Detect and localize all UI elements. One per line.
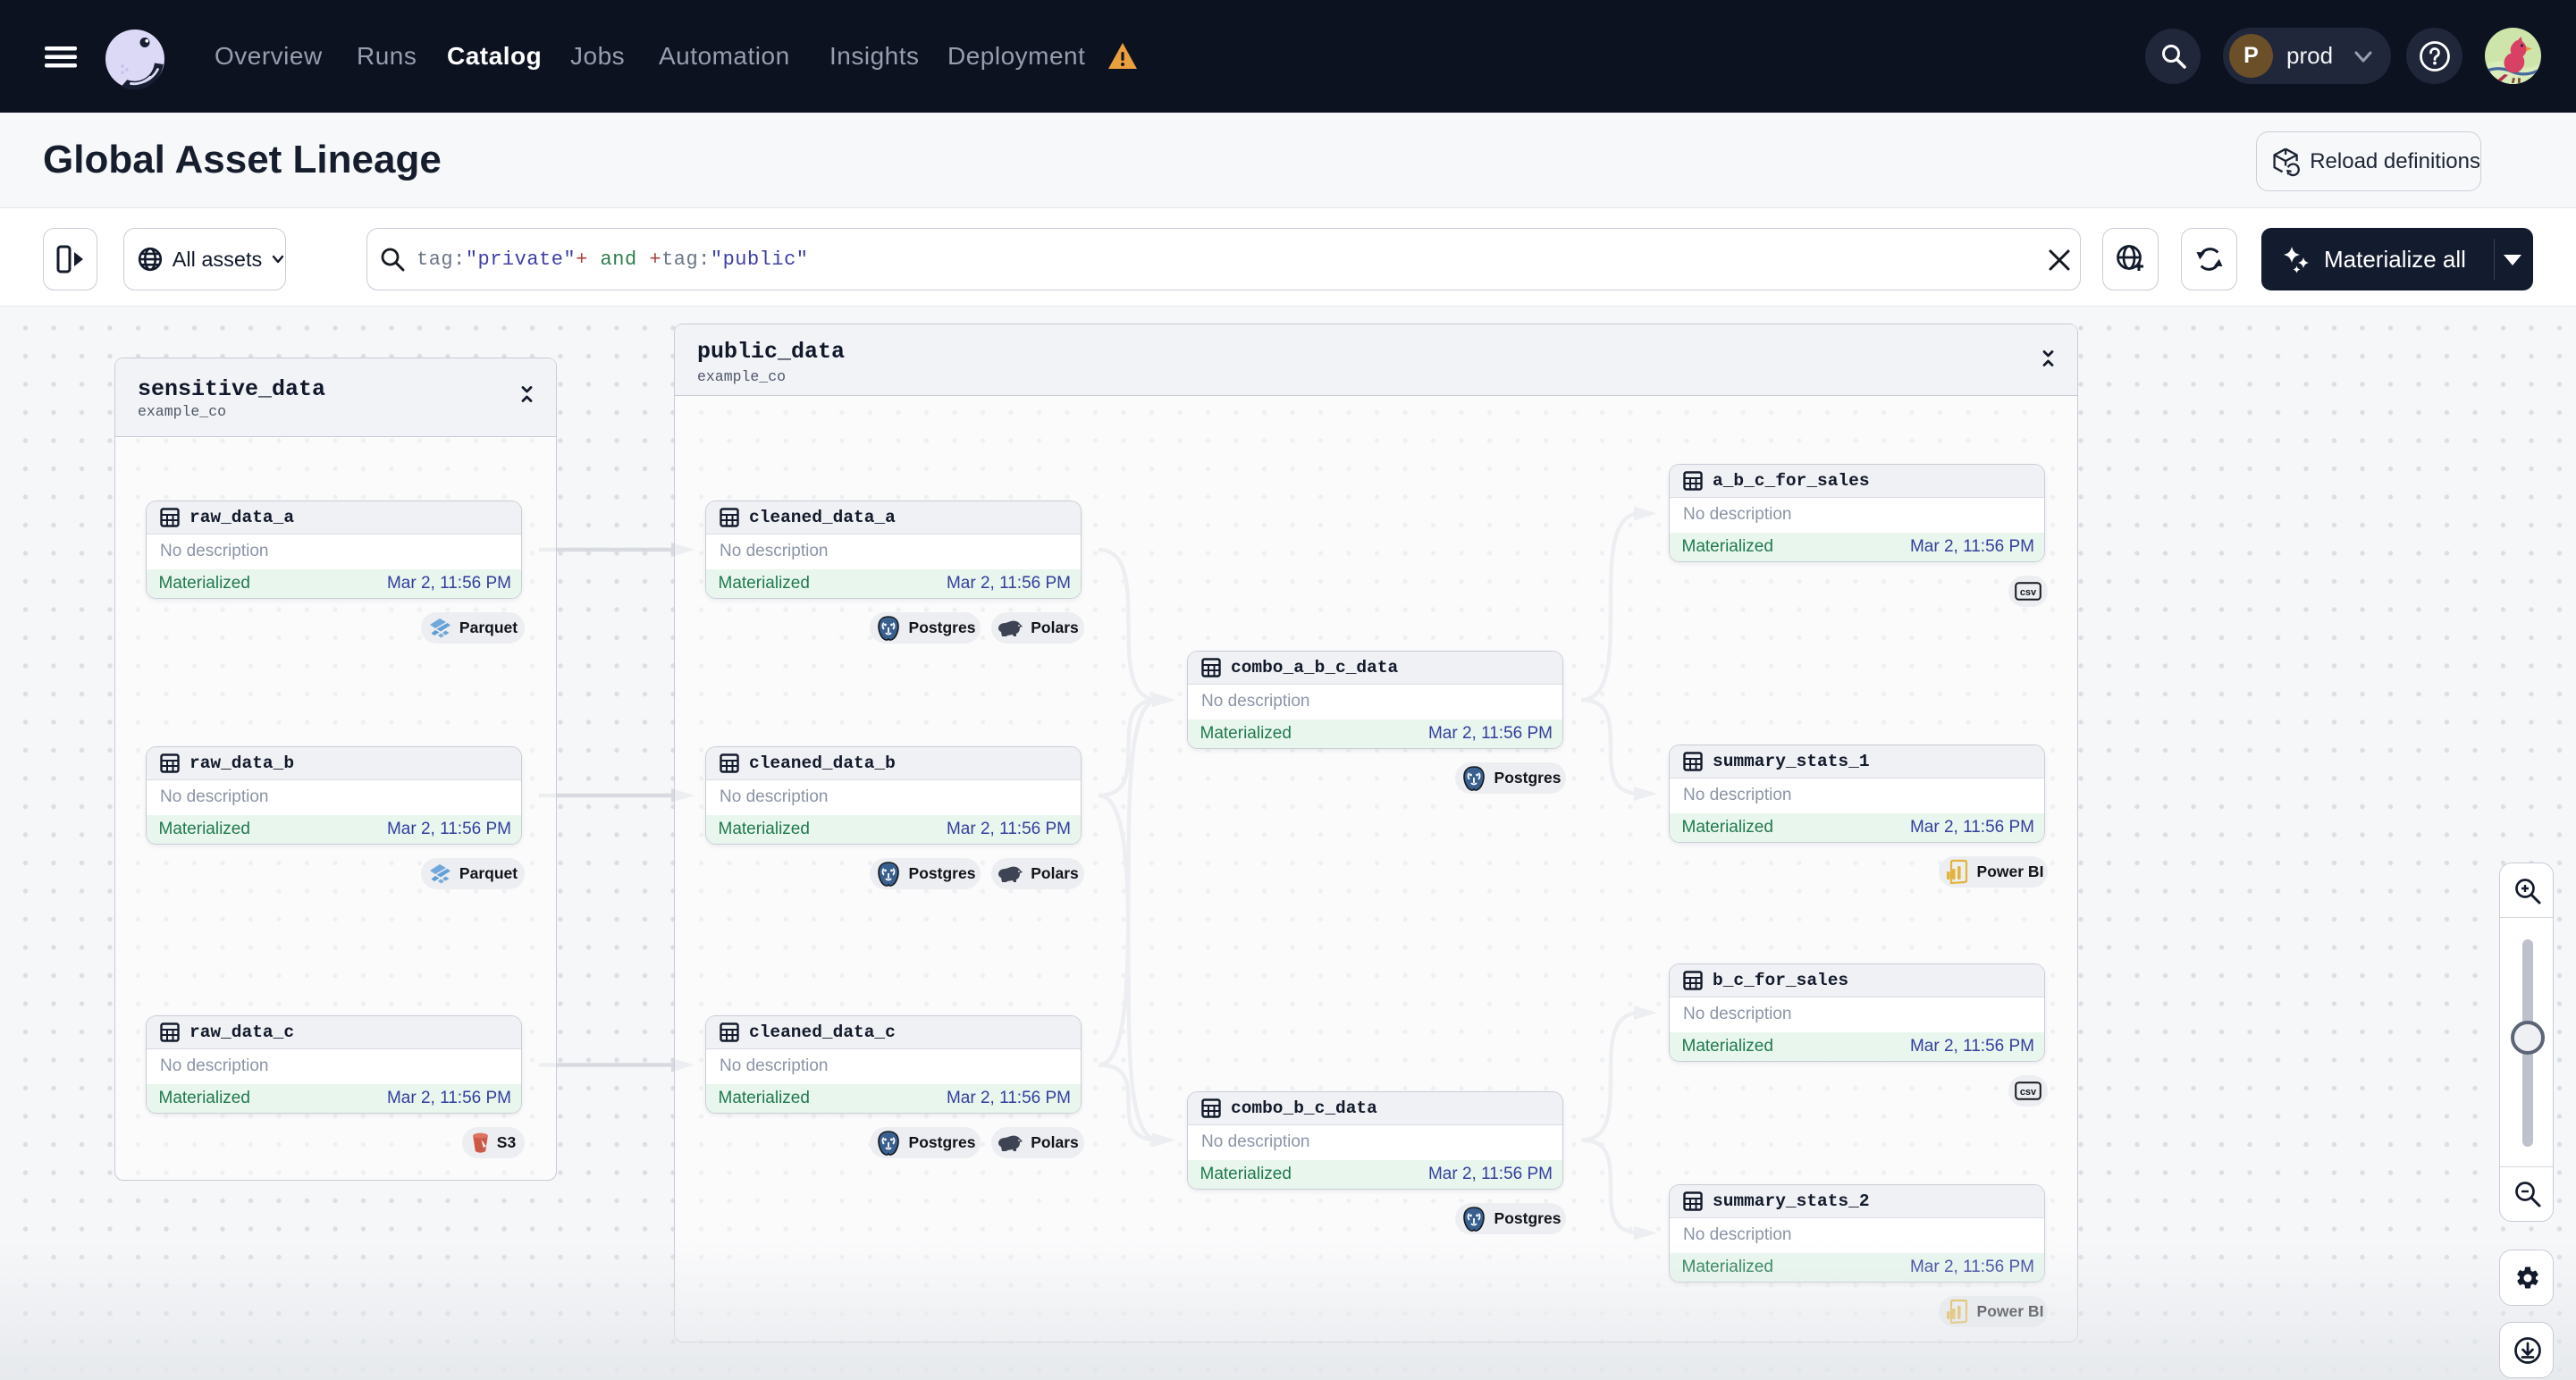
svg-text:csv: csv xyxy=(2020,1087,2037,1098)
svg-text:csv: csv xyxy=(2020,587,2037,598)
